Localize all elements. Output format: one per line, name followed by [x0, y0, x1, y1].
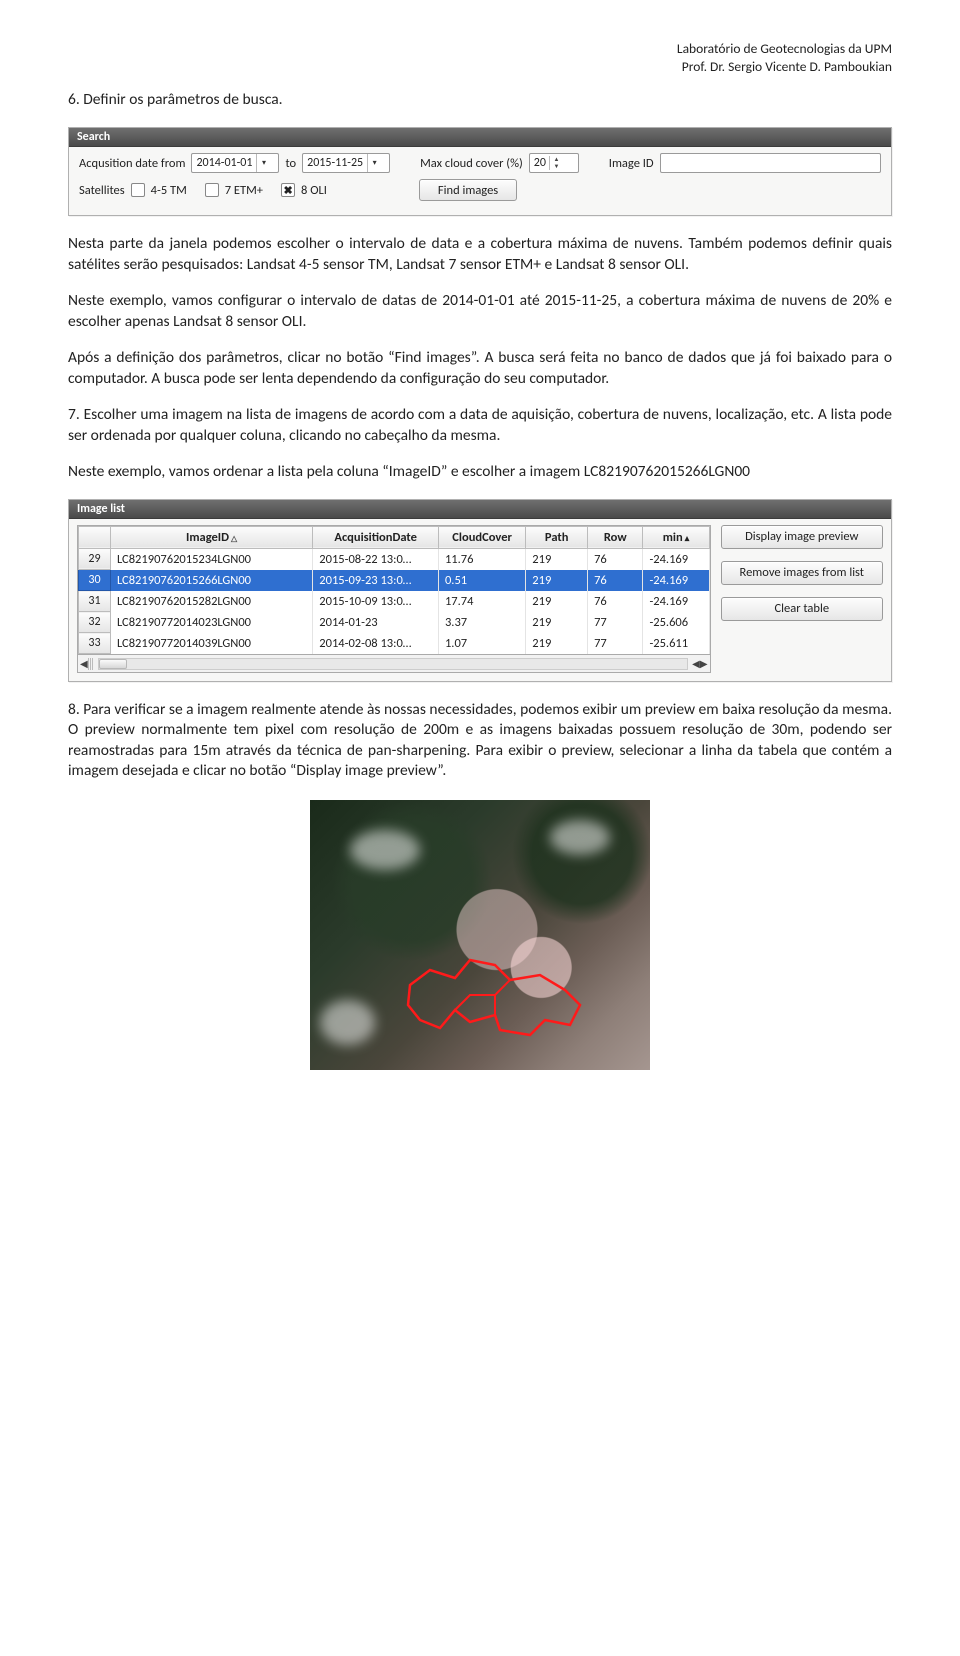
- paragraph-5: Neste exemplo, vamos ordenar a lista pel…: [68, 462, 892, 482]
- image-id-label: Image ID: [609, 156, 654, 171]
- clear-table-button[interactable]: Clear table: [721, 597, 883, 621]
- paragraph-4: 7. Escolher uma imagem na lista de image…: [68, 405, 892, 446]
- image-table[interactable]: ImageID△ AcquisitionDate CloudCover Path…: [77, 525, 711, 656]
- table-cell: 1.07: [438, 633, 525, 654]
- table-cell: 11.76: [438, 548, 525, 570]
- table-row[interactable]: 33LC82190772014039LGN002014-02-08 13:0…1…: [79, 633, 710, 654]
- search-panel-title: Search: [69, 128, 891, 147]
- scroll-left-icon[interactable]: ◀: [80, 657, 88, 670]
- col-acqdate[interactable]: AcquisitionDate: [313, 526, 439, 548]
- table-cell: 77: [588, 633, 643, 654]
- table-cell: 17.74: [438, 591, 525, 612]
- date-to-input[interactable]: 2015-11-25 ▾: [302, 153, 390, 173]
- scroll-right-icon[interactable]: ▶: [700, 657, 708, 670]
- find-images-button[interactable]: Find images: [419, 179, 517, 201]
- table-row[interactable]: 29LC82190762015234LGN002015-08-22 13:0…1…: [79, 548, 710, 570]
- table-cell: -25.606: [643, 612, 709, 633]
- sat7-label: 7 ETM+: [225, 183, 263, 198]
- table-cell: 0.51: [438, 570, 525, 591]
- table-cell: LC82190772014023LGN00: [110, 612, 312, 633]
- date-from-input[interactable]: 2014-01-01 ▾: [191, 153, 279, 173]
- table-cell: -24.169: [643, 591, 709, 612]
- table-cell: 32: [79, 612, 111, 633]
- table-cell: 33: [79, 633, 111, 654]
- image-id-input[interactable]: [660, 153, 881, 173]
- table-cell: 76: [588, 591, 643, 612]
- col-row[interactable]: Row: [588, 526, 643, 548]
- chevron-down-icon: ▾: [367, 154, 381, 172]
- table-cell: 219: [526, 612, 588, 633]
- table-cell: -24.169: [643, 570, 709, 591]
- table-cell: 76: [588, 570, 643, 591]
- col-blank[interactable]: [79, 526, 111, 548]
- sort-asc-icon: △: [231, 534, 237, 544]
- table-cell: 2015-09-23 13:0…: [313, 570, 439, 591]
- paragraph-6: 8. Para verificar se a imagem realmente …: [68, 700, 892, 782]
- scroll-thumb[interactable]: [99, 659, 127, 669]
- search-panel: Search Acqusition date from 2014-01-01 ▾…: [68, 127, 892, 216]
- checkbox-sat7[interactable]: [205, 183, 219, 197]
- table-cell: 30: [79, 570, 111, 591]
- grip-icon: [88, 658, 94, 670]
- chevron-up-icon: ▴: [685, 533, 690, 544]
- table-cell: LC82190772014039LGN00: [110, 633, 312, 654]
- table-cell: -24.169: [643, 548, 709, 570]
- sat8-label: 8 OLI: [301, 183, 327, 198]
- table-row[interactable]: 31LC82190762015282LGN002015-10-09 13:0…1…: [79, 591, 710, 612]
- acq-date-from-label: Acqusition date from: [79, 156, 185, 171]
- table-cell: 219: [526, 591, 588, 612]
- paragraph-3: Após a definição dos parâmetros, clicar …: [68, 348, 892, 389]
- table-header-row[interactable]: ImageID△ AcquisitionDate CloudCover Path…: [79, 526, 710, 548]
- table-cell: 2014-02-08 13:0…: [313, 633, 439, 654]
- table-cell: 76: [588, 548, 643, 570]
- table-cell: 31: [79, 591, 111, 612]
- table-cell: 2014-01-23: [313, 612, 439, 633]
- sat45-label: 4-5 TM: [151, 183, 187, 198]
- table-cell: -25.611: [643, 633, 709, 654]
- table-cell: 3.37: [438, 612, 525, 633]
- table-cell: LC82190762015234LGN00: [110, 548, 312, 570]
- checkbox-sat8[interactable]: ✖: [281, 183, 295, 197]
- scroll-left2-icon[interactable]: ◀: [692, 657, 700, 670]
- checkbox-sat45[interactable]: [131, 183, 145, 197]
- table-cell: 219: [526, 570, 588, 591]
- col-path[interactable]: Path: [526, 526, 588, 548]
- col-cloud[interactable]: CloudCover: [438, 526, 525, 548]
- header-line1: Laboratório de Geotecnologias da UPM: [68, 40, 892, 58]
- display-preview-button[interactable]: Display image preview: [721, 525, 883, 549]
- table-cell: 29: [79, 548, 111, 570]
- date-to-label: to: [285, 156, 296, 171]
- col-imageid[interactable]: ImageID△: [110, 526, 312, 548]
- header-line2: Prof. Dr. Sergio Vicente D. Pamboukian: [68, 58, 892, 76]
- table-cell: LC82190762015282LGN00: [110, 591, 312, 612]
- page-header: Laboratório de Geotecnologias da UPM Pro…: [68, 40, 892, 76]
- horizontal-scrollbar[interactable]: ◀ ◀ ▶: [77, 655, 711, 673]
- section-6-title: 6. Definir os parâmetros de busca.: [68, 90, 892, 109]
- table-row[interactable]: 30LC82190762015266LGN002015-09-23 13:0…0…: [79, 570, 710, 591]
- paragraph-2: Neste exemplo, vamos configurar o interv…: [68, 291, 892, 332]
- satellite-preview-image: [310, 800, 650, 1070]
- region-outline: [400, 950, 590, 1045]
- max-cloud-label: Max cloud cover (%): [420, 156, 523, 171]
- table-cell: LC82190762015266LGN00: [110, 570, 312, 591]
- satellites-label: Satellites: [79, 183, 125, 198]
- table-row[interactable]: 32LC82190772014023LGN002014-01-233.37219…: [79, 612, 710, 633]
- spinner-icon[interactable]: ▲▼: [549, 156, 563, 170]
- table-cell: 219: [526, 548, 588, 570]
- table-cell: 219: [526, 633, 588, 654]
- table-cell: 77: [588, 612, 643, 633]
- chevron-down-icon: ▾: [256, 154, 270, 172]
- cloud-cover-input[interactable]: 20 ▲▼: [529, 153, 579, 173]
- table-cell: 2015-10-09 13:0…: [313, 591, 439, 612]
- col-min[interactable]: min▴: [643, 526, 709, 548]
- remove-images-button[interactable]: Remove images from list: [721, 561, 883, 585]
- table-cell: 2015-08-22 13:0…: [313, 548, 439, 570]
- image-list-title: Image list: [69, 500, 891, 519]
- image-list-panel: Image list ImageID△: [68, 499, 892, 683]
- paragraph-1: Nesta parte da janela podemos escolher o…: [68, 234, 892, 275]
- scroll-track[interactable]: [98, 658, 688, 670]
